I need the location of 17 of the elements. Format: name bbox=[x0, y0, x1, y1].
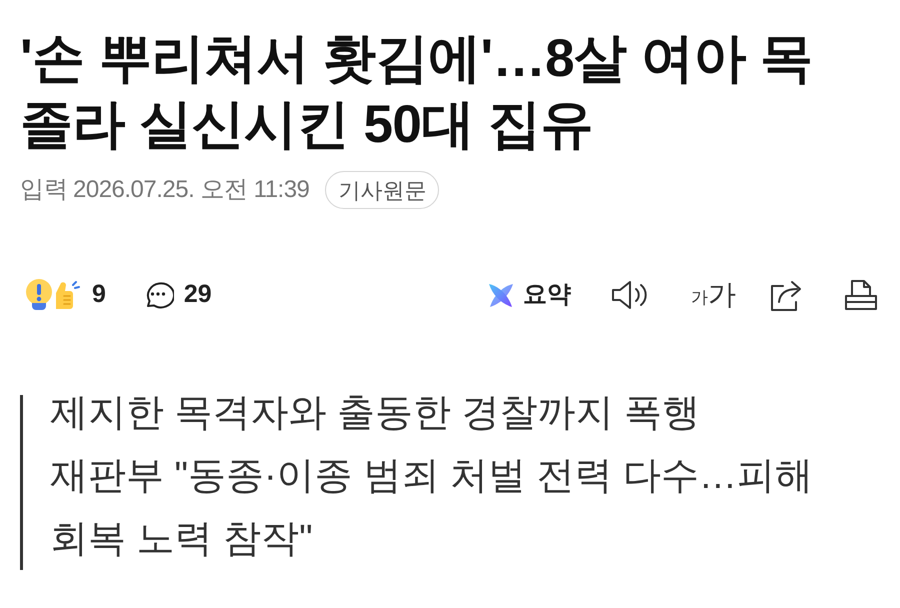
published-date: 2026.07.25. 오전 11:39 bbox=[73, 175, 310, 205]
published-label: 입력 bbox=[20, 175, 68, 205]
speaker-icon bbox=[611, 280, 649, 310]
thumbs-up-icon bbox=[54, 279, 80, 311]
headline: '손 뿌리쳐서 홧김에'…8살 여아 목 졸라 실신시킨 50대 집유 bbox=[20, 28, 813, 156]
listen-button[interactable] bbox=[611, 280, 649, 310]
print-button[interactable] bbox=[844, 279, 878, 311]
original-article-link[interactable]: 기사원문 bbox=[325, 171, 440, 209]
font-size-button[interactable]: 가가 bbox=[691, 280, 736, 310]
lightbulb-icon bbox=[25, 279, 53, 311]
summary-button[interactable]: 요약 bbox=[488, 277, 571, 313]
subheading: 제지한 목격자와 출동한 경찰까지 폭행 bbox=[50, 391, 702, 436]
printer-icon bbox=[844, 279, 878, 311]
subheading: 재판부 "동종·이종 범죄 처벌 전력 다수…피해 회복 노력 참작" bbox=[50, 454, 814, 562]
sparkle-icon bbox=[488, 282, 514, 308]
comment-button[interactable]: 29 bbox=[142, 276, 212, 314]
reaction-button[interactable]: 9 bbox=[25, 276, 106, 314]
